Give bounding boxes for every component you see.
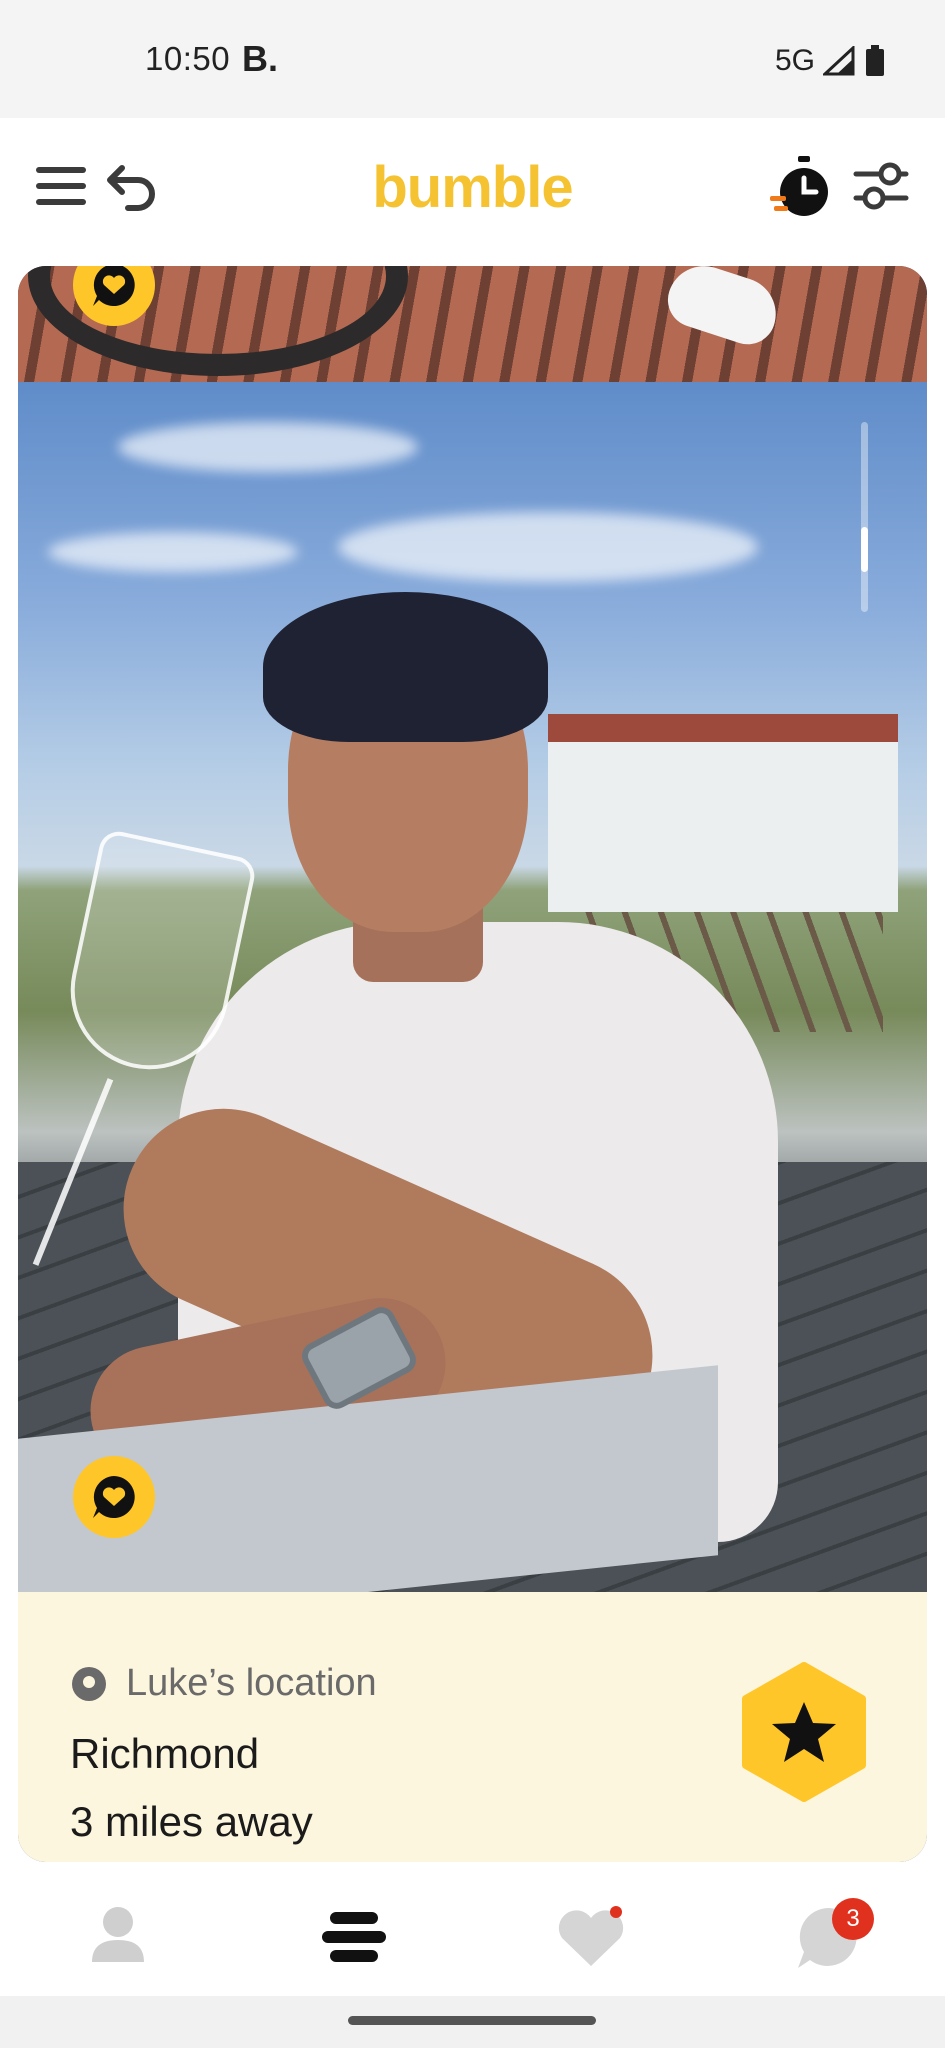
- battery-icon: [866, 45, 884, 76]
- carrier-badge: B.: [242, 38, 278, 79]
- status-bar: 10:50 B. 5G: [0, 0, 945, 118]
- gesture-area: [0, 1996, 945, 2048]
- stilt-house: [548, 742, 898, 912]
- discover-tab-icon[interactable]: [320, 1902, 388, 1972]
- home-gesture-bar[interactable]: [348, 2016, 596, 2025]
- app-header: bumble: [0, 118, 945, 266]
- chat-heart-icon: [93, 1476, 135, 1518]
- location-label: Luke’s location: [126, 1662, 377, 1704]
- timer-icon[interactable]: [768, 152, 838, 222]
- location-pin-icon: [72, 1666, 106, 1701]
- compliment-button[interactable]: [73, 1456, 155, 1538]
- status-indicators: 5G: [775, 44, 885, 78]
- cloud: [338, 512, 758, 582]
- person-hair: [263, 592, 548, 742]
- status-time: 10:50: [145, 40, 231, 77]
- likes-tab-icon[interactable]: [554, 1902, 628, 1972]
- location-label-row: Luke’s location: [70, 1662, 377, 1705]
- location-panel: Luke’s location Richmond 3 miles away: [18, 1592, 927, 1862]
- chat-heart-icon: [93, 266, 135, 306]
- cloud: [118, 422, 418, 472]
- profile-tab-icon[interactable]: [88, 1902, 148, 1972]
- profile-photo[interactable]: [18, 382, 927, 1592]
- bottom-nav: 3: [0, 1862, 945, 1996]
- filters-icon[interactable]: [852, 156, 912, 216]
- location-city: Richmond: [70, 1730, 260, 1777]
- shoe: [660, 266, 786, 352]
- profile-card[interactable]: Luke’s location Richmond 3 miles away: [18, 266, 927, 1862]
- photo-scroll-indicator: [861, 422, 868, 612]
- superswipe-button[interactable]: [734, 1662, 874, 1802]
- chats-badge: 3: [832, 1898, 874, 1940]
- photo-scroll-thumb: [861, 527, 868, 572]
- network-label: 5G: [774, 44, 815, 77]
- location-distance: 3 miles away: [70, 1798, 313, 1845]
- signal-icon: [823, 46, 855, 76]
- cloud: [48, 532, 298, 572]
